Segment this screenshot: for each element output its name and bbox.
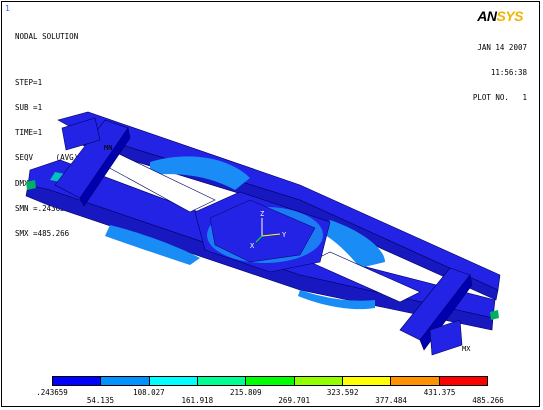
fem-model-view[interactable]: MN MX Z Y X bbox=[0, 0, 543, 410]
legend-swatch bbox=[101, 377, 150, 385]
contour-legend bbox=[52, 376, 488, 386]
legend-swatch bbox=[197, 377, 247, 385]
label-mx: MX bbox=[462, 345, 471, 353]
legend-swatch bbox=[439, 377, 487, 385]
legend-swatch bbox=[294, 377, 343, 385]
legend-swatch bbox=[391, 377, 440, 385]
legend-swatch bbox=[246, 377, 295, 385]
label-mn: MN bbox=[104, 144, 112, 152]
legend-swatch bbox=[149, 377, 198, 385]
axis-z-label: Z bbox=[260, 210, 264, 218]
legend-swatch bbox=[53, 377, 102, 385]
legend-swatch bbox=[342, 377, 392, 385]
